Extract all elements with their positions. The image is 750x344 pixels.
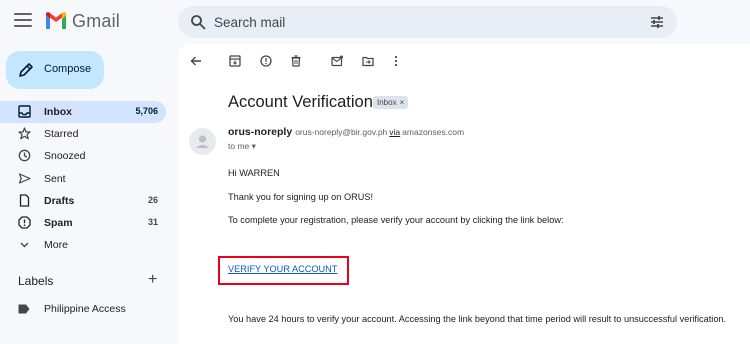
email-thanks: Thank you for signing up on ORUS!: [228, 192, 374, 202]
draft-icon: [19, 194, 30, 207]
send-icon: [18, 172, 31, 184]
sidebar-item-label: Inbox: [44, 106, 72, 118]
star-icon: [18, 127, 31, 140]
spam-icon: [18, 216, 31, 229]
sidebar-item-label: Sent: [44, 172, 66, 185]
sender-name[interactable]: orus-noreply: [228, 126, 292, 138]
sidebar-item-inbox[interactable]: Inbox 5,706: [0, 101, 166, 123]
add-label-button[interactable]: +: [148, 272, 157, 288]
caret-down-icon: ▾: [251, 141, 256, 151]
sidebar-item-spam[interactable]: Spam 31: [0, 212, 166, 234]
sender-email: orus-noreply@bir.gov.ph: [295, 127, 388, 137]
main-menu-icon[interactable]: [14, 13, 32, 27]
chevron-down-icon: [20, 242, 29, 248]
label-name: Philippine Access: [44, 303, 126, 315]
email-subject: Account Verification: [228, 93, 373, 111]
search-bar[interactable]: [178, 6, 677, 38]
spam-count: 31: [147, 216, 158, 227]
sender-info: orus-noreply orus-noreply@bir.gov.ph via am…: [228, 126, 464, 138]
email-footer-note: You have 24 hours to verify your account…: [228, 314, 727, 324]
sidebar-item-drafts[interactable]: Drafts 26: [0, 190, 166, 212]
back-arrow-icon[interactable]: [190, 55, 202, 67]
unread-count: 5,706: [135, 106, 158, 116]
sidebar-item-label: Snoozed: [44, 150, 86, 163]
archive-icon[interactable]: [229, 55, 241, 67]
top-bar: Gmail: [0, 0, 750, 44]
badge-label: Inbox: [377, 98, 397, 107]
more-options-icon[interactable]: [390, 55, 402, 67]
sender-avatar[interactable]: [189, 128, 216, 155]
compose-label: Compose: [44, 63, 92, 75]
compose-button[interactable]: Compose: [6, 51, 104, 89]
draft-count: 26: [147, 194, 158, 205]
remove-label-icon[interactable]: ×: [400, 98, 405, 107]
sidebar-item-label: Spam: [44, 216, 73, 229]
sidebar-item-sent[interactable]: Sent: [0, 168, 166, 190]
recipient-details-toggle[interactable]: to me ▾: [228, 141, 256, 152]
sidebar-item-more[interactable]: More: [0, 234, 166, 256]
labels-heading: Labels: [18, 274, 54, 288]
via-link[interactable]: via: [389, 127, 400, 137]
search-input[interactable]: [214, 6, 634, 38]
sidebar-item-label: More: [44, 239, 68, 252]
recipient-label: to me: [228, 141, 250, 151]
sidebar-item-starred[interactable]: Starred: [0, 123, 166, 145]
gmail-logo-icon[interactable]: [44, 11, 68, 31]
sidebar-item-label: Drafts: [44, 194, 75, 207]
email-greeting: Hi WARREN: [228, 168, 280, 178]
email-view: Account Verification Inbox × orus-noreply…: [178, 44, 750, 344]
clock-icon: [18, 150, 31, 162]
verify-account-link[interactable]: VERIFY YOUR ACCOUNT: [228, 264, 337, 274]
via-domain: amazonses.com: [402, 127, 465, 137]
move-to-icon[interactable]: [362, 55, 374, 67]
mark-unread-icon[interactable]: [331, 55, 343, 67]
search-options-icon[interactable]: [649, 14, 665, 30]
delete-icon[interactable]: [290, 55, 302, 67]
search-icon[interactable]: [190, 14, 206, 30]
sidebar-nav: Inbox 5,706 Starred Snoozed Sent Drafts …: [0, 101, 168, 256]
email-instruction: To complete your registration, please ve…: [228, 215, 564, 225]
email-toolbar: [178, 44, 750, 78]
label-tag-icon: [18, 304, 30, 314]
sidebar-item-label: Starred: [44, 128, 79, 141]
sidebar-label-philippine-access[interactable]: Philippine Access: [0, 298, 166, 320]
person-icon: [196, 135, 209, 148]
inbox-icon: [18, 105, 31, 118]
app-brand-name[interactable]: Gmail: [72, 11, 120, 32]
pencil-icon: [19, 63, 33, 77]
inbox-label-badge[interactable]: Inbox ×: [373, 96, 409, 109]
report-spam-icon[interactable]: [260, 55, 272, 67]
sidebar-item-snoozed[interactable]: Snoozed: [0, 145, 166, 167]
